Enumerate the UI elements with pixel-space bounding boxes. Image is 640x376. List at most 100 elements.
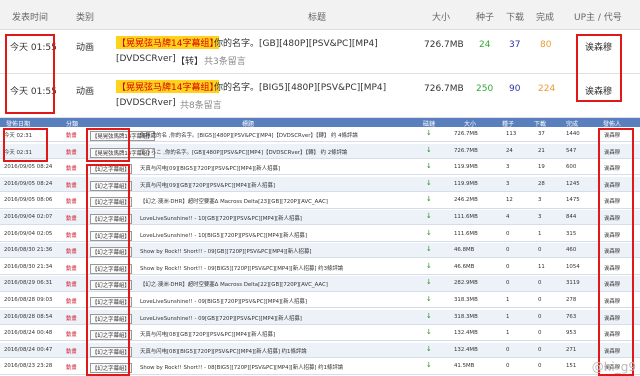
table-row[interactable]: 今天 01:55 动画 【晃晃弦马牌14字幕组】 你的名字。[GB][480P]… [0,30,640,74]
header-downloads[interactable]: 下载 [506,10,524,23]
title-link[interactable]: 天真与闪电[08][GB][720P][PSV&PC][MP4][新人招募] [140,330,275,338]
title-link[interactable]: LoveLiveSunshine!! - 09[GB][720P][PSV&PC… [140,314,302,322]
header-time[interactable]: 发表时间 [12,10,48,23]
magnet-download-icon[interactable]: ↓ [426,129,432,137]
title-link[interactable]: 天真与闪电[09][GB][720P][PSV&PC][MP4][新人招募] [140,181,275,189]
category-link[interactable]: 動畫 [66,297,77,305]
magnet-download-icon[interactable]: ↓ [426,295,432,303]
group-tag[interactable]: 【晃晃弦马牌14字幕组】 [116,36,220,49]
magnet-download-icon[interactable]: ↓ [426,229,432,237]
header-uploader[interactable]: UP主 / 代号 [574,10,622,23]
file-size: 111.6MB [454,230,478,237]
leech-count: 0 [538,280,542,287]
post-time: 2016/09/05 08:24 [4,164,53,171]
category-link[interactable]: 動畫 [66,131,77,139]
completed-count: 763 [566,313,577,320]
category-link[interactable]: 動畫 [66,231,77,239]
category-link[interactable]: 動畫 [66,164,77,172]
title-link[interactable]: 你的名字。[GB][480P][PSV&PC][MP4] [214,36,378,49]
completed-count: 224 [538,84,556,94]
magnet-download-icon[interactable]: ↓ [426,312,432,320]
leech-count: 21 [538,147,545,154]
seed-count: 1 [506,313,510,320]
group-tag[interactable]: 【晃晃弦马牌14字幕组】 [116,80,220,93]
magnet-download-icon[interactable]: ↓ [426,195,432,203]
table-row[interactable]: 今天 01:55 动画 【晃晃弦马牌14字幕组】 你的名字。[BIG5][480… [0,74,640,118]
title-link[interactable]: 你的名字。[BIG5][480P][PSV&PC][MP4] [214,80,386,93]
title-link[interactable]: LoveLiveSunshine!! - 10[BIG5][720P][PSV&… [140,231,307,239]
title-link[interactable]: 天真与闪电[09][BIG5][720P][PSV&PC][MP4][新人招募] [140,164,280,172]
title-link[interactable]: 【幻之·澳洲·DHR】超时空要塞Δ Macross Delta[23][GB][… [140,197,328,205]
title-link[interactable]: LoveLiveSunshine!! - 09[BIG5][720P][PSV&… [140,297,307,305]
file-size: 726.7MB [424,84,464,94]
header-seeds[interactable]: 种子 [476,10,494,23]
header-size[interactable]: 大小 [432,10,450,23]
title-link[interactable]: Show by Rock!! Short!! - 09[BIG5][720P][… [140,264,343,272]
post-time: 2016/08/23 23:28 [4,363,53,370]
download-count: 37 [509,40,521,50]
comment-count[interactable]: 共3条留言 [204,54,246,67]
post-time: 2016/09/04 02:05 [4,230,53,237]
file-size: 318.3MB [454,313,478,320]
title-link[interactable]: 你無處的名 ,你的名字。[BIG5][480P][PSV&PC][MP4]【DV… [140,131,358,139]
leech-count: 19 [538,164,545,171]
header-title[interactable]: 标题 [308,10,326,23]
magnet-download-icon[interactable]: ↓ [426,245,432,253]
completed-count: 1054 [566,263,580,270]
title-link[interactable]: 【幻之·澳洲·DHR】超时空要塞Δ Macross Delta[22][GB][… [140,280,328,288]
highlight-box-group [86,164,130,376]
highlight-box-publisher [598,128,634,376]
title-link-line2[interactable]: [DVDSCRver] [116,54,176,64]
title-link[interactable]: Show by Rock!! Short!! - 08[BIG5][720P][… [140,363,343,371]
seed-count: 0 [506,247,510,254]
title-link[interactable]: 天真与闪电[08][BIG5][720P][PSV&PC][MP4][新人招募]… [140,347,307,355]
comment-count[interactable]: 共8条留言 [180,98,222,111]
seed-count: 0 [506,363,510,370]
magnet-download-icon[interactable]: ↓ [426,262,432,270]
category-link[interactable]: 動畫 [66,214,77,222]
completed-count: 315 [566,230,577,237]
seed-count: 0 [506,230,510,237]
magnet-download-icon[interactable]: ↓ [426,345,432,353]
category-link[interactable]: 動畫 [66,347,77,355]
magnet-download-icon[interactable]: ↓ [426,278,432,286]
file-size: 41.5MB [454,363,475,370]
repost-tag: 【转】 [176,57,204,67]
category-link[interactable]: 動畫 [66,197,77,205]
completed-count: 80 [540,40,552,50]
magnet-download-icon[interactable]: ↓ [426,361,432,369]
magnet-download-icon[interactable]: ↓ [426,146,432,154]
top-table: 发表时间 类别 标题 大小 种子 下载 完成 UP主 / 代号 今天 01:55… [0,0,640,118]
highlight-box-group [86,128,130,162]
header-completed[interactable]: 完成 [536,10,554,23]
completed-count: 600 [566,164,577,171]
post-time: 2016/09/04 02:07 [4,214,53,220]
magnet-download-icon[interactable]: ↓ [426,212,432,220]
file-size: 119.9MB [454,180,478,187]
category-link[interactable]: 動畫 [66,330,77,338]
leech-count: 0 [538,363,542,370]
magnet-download-icon[interactable]: ↓ [426,162,432,170]
category-link[interactable]: 動畫 [66,314,77,322]
category-link[interactable]: 動畫 [66,363,77,371]
title-link[interactable]: LoveLiveSunshine!! - 10[GB][720P][PSV&PC… [140,214,302,222]
bottom-table-header: 發佈日期 分類 標題 磁鏈 大小 種子 下載 完成 發佈人 [0,118,640,128]
leech-count: 37 [538,131,545,137]
category-link[interactable]: 動畫 [66,280,77,288]
header-category[interactable]: 类别 [76,10,94,23]
title-link[interactable]: でうらこ ,你的名字。[GB][480P][PSV&PC][MP4]【DVDSC… [140,148,347,156]
completed-count: 1475 [566,197,580,204]
category-link[interactable]: 动画 [76,84,94,97]
title-link-line2[interactable]: [DVDSCRver] [116,98,176,108]
title-link[interactable]: Show by Rock!! Short!! - 09[GB][720P][PS… [140,247,311,255]
post-time: 2016/09/05 08:06 [4,197,53,204]
category-link[interactable]: 動畫 [66,247,77,255]
category-link[interactable]: 動畫 [66,264,77,272]
watermark: @hi_g9 [591,360,636,374]
magnet-download-icon[interactable]: ↓ [426,328,432,336]
category-link[interactable]: 動畫 [66,181,77,189]
category-link[interactable]: 動畫 [66,148,77,156]
magnet-download-icon[interactable]: ↓ [426,179,432,187]
category-link[interactable]: 动画 [76,40,94,53]
seed-count: 113 [506,131,517,137]
